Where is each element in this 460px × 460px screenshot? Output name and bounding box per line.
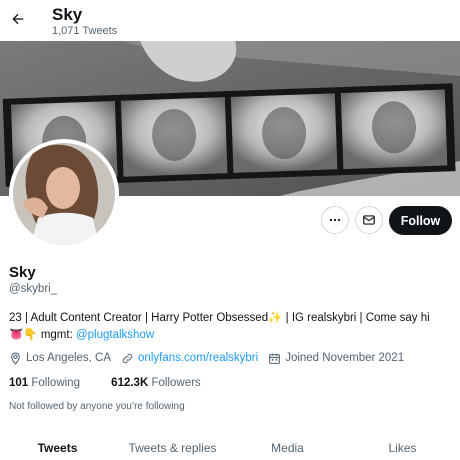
following-count: 101 (9, 377, 29, 389)
bio-text: 23 | Adult Content Creator | Harry Potte… (9, 312, 269, 324)
profile-meta: Los Angeles, CA onlyfans.com/realskybri … (9, 350, 414, 366)
tab-tweets[interactable]: Tweets (0, 433, 115, 460)
followers-link[interactable]: 612.3K Followers (111, 377, 215, 389)
location-text: Los Angeles, CA (26, 352, 112, 364)
website: onlyfans.com/realskybri (121, 352, 258, 365)
profile-page: Sky 1,071 Tweets Follow Sky @skybri_ 23 … (0, 0, 460, 460)
more-icon (329, 218, 341, 222)
following-label: Following (31, 377, 80, 389)
avatar-photo (13, 143, 115, 245)
tab-likes[interactable]: Likes (345, 433, 460, 460)
join-date: Joined November 2021 (268, 352, 404, 365)
display-name: Sky (9, 264, 36, 281)
tweet-count: 1,071 Tweets (52, 25, 118, 37)
followers-count: 612.3K (111, 377, 149, 389)
user-handle: @skybri_ (9, 283, 58, 295)
follow-button[interactable]: Follow (389, 206, 452, 235)
website-link[interactable]: onlyfans.com/realskybri (138, 352, 258, 364)
profile-bio: 23 | Adult Content Creator | Harry Potte… (9, 310, 457, 344)
bio-mgmt-label: mgmt: (37, 329, 76, 341)
avatar[interactable] (9, 139, 119, 249)
follow-counts: 101 Following 612.3K Followers (9, 377, 229, 389)
tab-tweets-replies[interactable]: Tweets & replies (115, 433, 230, 460)
followed-by-note: Not followed by anyone you’re following (9, 401, 185, 412)
location: Los Angeles, CA (9, 352, 111, 365)
mention-link[interactable]: @plugtalkshow (76, 329, 154, 341)
mail-icon (363, 215, 375, 225)
calendar-icon (269, 353, 281, 364)
message-button[interactable] (355, 206, 383, 234)
page-title: Sky (52, 5, 83, 24)
sparkles-emoji: ✨ (268, 312, 283, 324)
tongue-point-emoji: 👅👇 (9, 329, 38, 341)
arrow-left-icon (12, 13, 24, 25)
link-icon (122, 353, 133, 363)
bio-text-rest: | IG realskybri | Come say hi (282, 312, 430, 324)
more-button[interactable] (321, 206, 349, 234)
tab-media[interactable]: Media (230, 433, 345, 460)
back-button[interactable] (7, 8, 29, 30)
followers-label: Followers (151, 377, 201, 389)
top-bar: Sky 1,071 Tweets (0, 0, 460, 41)
location-pin-icon (11, 352, 20, 365)
joined-text: Joined November 2021 (285, 352, 405, 364)
following-link[interactable]: 101 Following (9, 377, 94, 389)
profile-tabs: Tweets Tweets & replies Media Likes (0, 433, 460, 460)
